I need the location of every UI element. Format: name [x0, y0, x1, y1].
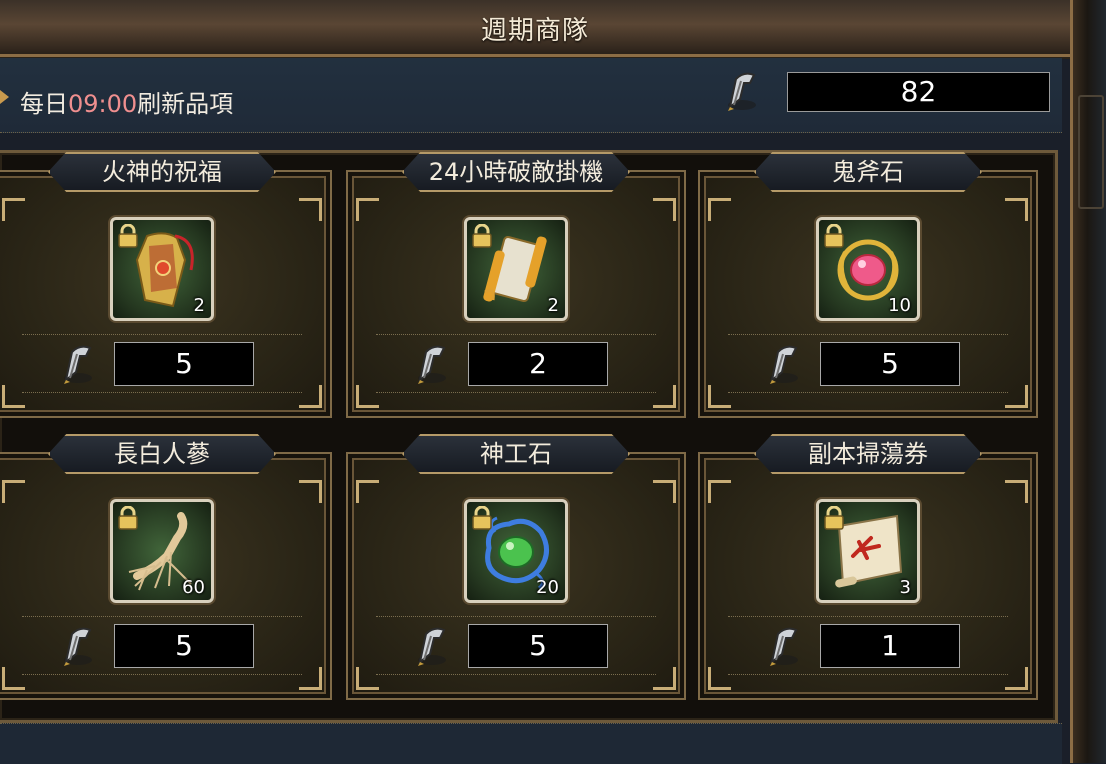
refresh-time: 09:00 — [68, 90, 138, 118]
shop-item-card[interactable]: 火神的祝福 2 5 — [0, 152, 332, 418]
side-ornament — [1078, 95, 1104, 209]
item-slot[interactable]: 10 — [816, 217, 920, 321]
card-corner-ornament — [356, 385, 379, 408]
item-count: 2 — [193, 295, 205, 316]
item-slot[interactable]: 2 — [464, 217, 568, 321]
lock-icon — [823, 506, 845, 530]
currency-total: 82 — [787, 72, 1050, 112]
item-slot[interactable]: 60 — [110, 499, 214, 603]
item-price: 2 — [468, 342, 608, 386]
item-price: 5 — [114, 624, 254, 668]
card-corner-ornament — [1005, 667, 1028, 690]
item-count: 2 — [547, 295, 559, 316]
quill-token-icon — [762, 342, 806, 386]
shop-item-card[interactable]: 長白人蔘 60 5 — [0, 434, 332, 700]
card-corner-ornament — [708, 667, 731, 690]
item-price: 5 — [114, 342, 254, 386]
shop-item-card[interactable]: 鬼斧石 10 5 — [698, 152, 1038, 418]
quill-token-icon — [410, 342, 454, 386]
card-corner-ornament — [2, 480, 25, 503]
divider — [376, 616, 656, 617]
quill-token-icon — [56, 342, 100, 386]
card-corner-ornament — [1005, 480, 1028, 503]
card-corner-ornament — [299, 385, 322, 408]
card-corner-ornament — [653, 480, 676, 503]
item-count: 20 — [536, 577, 559, 598]
divider — [728, 674, 1008, 675]
card-corner-ornament — [653, 198, 676, 221]
lock-icon — [823, 224, 845, 248]
shop-header: 週期商隊 — [0, 0, 1070, 57]
refresh-suffix: 刷新品項 — [137, 90, 234, 118]
card-corner-ornament — [2, 667, 25, 690]
item-name: 神工石 — [402, 434, 630, 474]
item-slot[interactable]: 3 — [816, 499, 920, 603]
item-count: 3 — [899, 577, 911, 598]
card-corner-ornament — [356, 480, 379, 503]
shop-title: 週期商隊 — [480, 16, 589, 46]
divider — [22, 674, 302, 675]
item-price: 1 — [820, 624, 960, 668]
quill-token-icon — [56, 624, 100, 668]
card-corner-ornament — [299, 198, 322, 221]
divider — [376, 674, 656, 675]
divider — [728, 392, 1008, 393]
lock-icon — [117, 224, 139, 248]
shop-item-card[interactable]: 神工石 20 5 — [346, 434, 686, 700]
lock-icon — [117, 506, 139, 530]
item-count: 10 — [888, 295, 911, 316]
quill-token-icon — [410, 624, 454, 668]
lock-icon — [471, 224, 493, 248]
divider — [376, 392, 656, 393]
shop-item-card[interactable]: 24小時破敵掛機 2 2 — [346, 152, 686, 418]
card-corner-ornament — [2, 385, 25, 408]
card-corner-ornament — [708, 198, 731, 221]
bottom-strip — [0, 723, 1062, 764]
card-corner-ornament — [299, 667, 322, 690]
divider — [22, 616, 302, 617]
item-slot[interactable]: 20 — [464, 499, 568, 603]
divider — [22, 334, 302, 335]
card-corner-ornament — [1005, 198, 1028, 221]
item-count: 60 — [182, 577, 205, 598]
divider — [728, 334, 1008, 335]
refresh-notice: 每日09:00刷新品項 — [20, 84, 233, 119]
refresh-prefix: 每日 — [20, 90, 68, 118]
quill-token-icon — [762, 624, 806, 668]
card-corner-ornament — [299, 480, 322, 503]
item-name: 長白人蔘 — [48, 434, 276, 474]
card-corner-ornament — [708, 385, 731, 408]
item-slot[interactable]: 2 — [110, 217, 214, 321]
item-name: 24小時破敵掛機 — [402, 152, 630, 192]
divider — [376, 334, 656, 335]
divider — [22, 392, 302, 393]
card-corner-ornament — [356, 198, 379, 221]
lock-icon — [471, 506, 493, 530]
bullet-arrow-icon — [0, 90, 9, 104]
card-corner-ornament — [653, 667, 676, 690]
item-price: 5 — [468, 624, 608, 668]
card-corner-ornament — [2, 198, 25, 221]
card-corner-ornament — [653, 385, 676, 408]
quill-token-icon — [720, 69, 764, 113]
divider — [728, 616, 1008, 617]
item-name: 火神的祝福 — [48, 152, 276, 192]
item-price: 5 — [820, 342, 960, 386]
card-corner-ornament — [1005, 385, 1028, 408]
card-corner-ornament — [356, 667, 379, 690]
item-name: 鬼斧石 — [754, 152, 982, 192]
item-name: 副本掃蕩券 — [754, 434, 982, 474]
card-corner-ornament — [708, 480, 731, 503]
shop-item-card[interactable]: 副本掃蕩券 3 1 — [698, 434, 1038, 700]
